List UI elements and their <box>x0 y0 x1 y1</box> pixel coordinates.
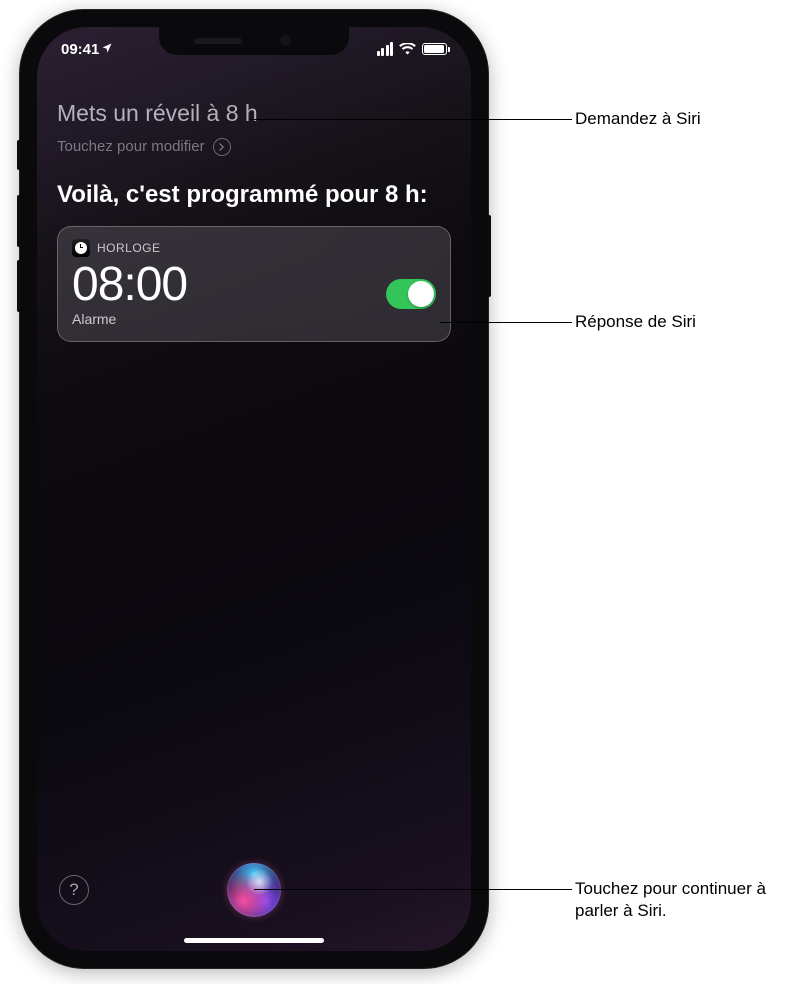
cellular-icon <box>377 42 394 56</box>
alarm-label: Alarme <box>72 311 187 327</box>
chevron-right-icon <box>213 138 231 156</box>
siri-orb-button[interactable] <box>227 863 281 917</box>
side-button[interactable] <box>487 215 491 297</box>
notch <box>159 27 349 55</box>
siri-user-request: Mets un réveil à 8 h <box>57 99 451 128</box>
siri-help-button[interactable]: ? <box>59 875 89 905</box>
home-indicator[interactable] <box>184 938 324 943</box>
screen: 09:41 Mets un réveil à 8 h Touchez pour … <box>37 27 471 951</box>
mute-switch[interactable] <box>17 140 21 170</box>
status-time: 09:41 <box>61 41 99 58</box>
location-icon <box>101 42 113 57</box>
question-mark-icon: ? <box>69 880 78 900</box>
card-app-name: HORLOGE <box>97 241 161 255</box>
battery-icon <box>422 43 447 55</box>
tap-to-edit-label: Touchez pour modifier <box>57 138 205 155</box>
siri-response-text: Voilà, c'est programmé pour 8 h: <box>57 180 451 210</box>
alarm-card[interactable]: HORLOGE 08:00 Alarme <box>57 226 451 342</box>
iphone-frame: 09:41 Mets un réveil à 8 h Touchez pour … <box>20 10 488 968</box>
volume-up-button[interactable] <box>17 195 21 247</box>
clock-app-icon <box>72 239 90 257</box>
volume-down-button[interactable] <box>17 260 21 312</box>
wifi-icon <box>399 43 416 55</box>
alarm-time: 08:00 <box>72 261 187 309</box>
tap-to-edit[interactable]: Touchez pour modifier <box>57 138 451 156</box>
alarm-toggle[interactable] <box>386 279 436 309</box>
